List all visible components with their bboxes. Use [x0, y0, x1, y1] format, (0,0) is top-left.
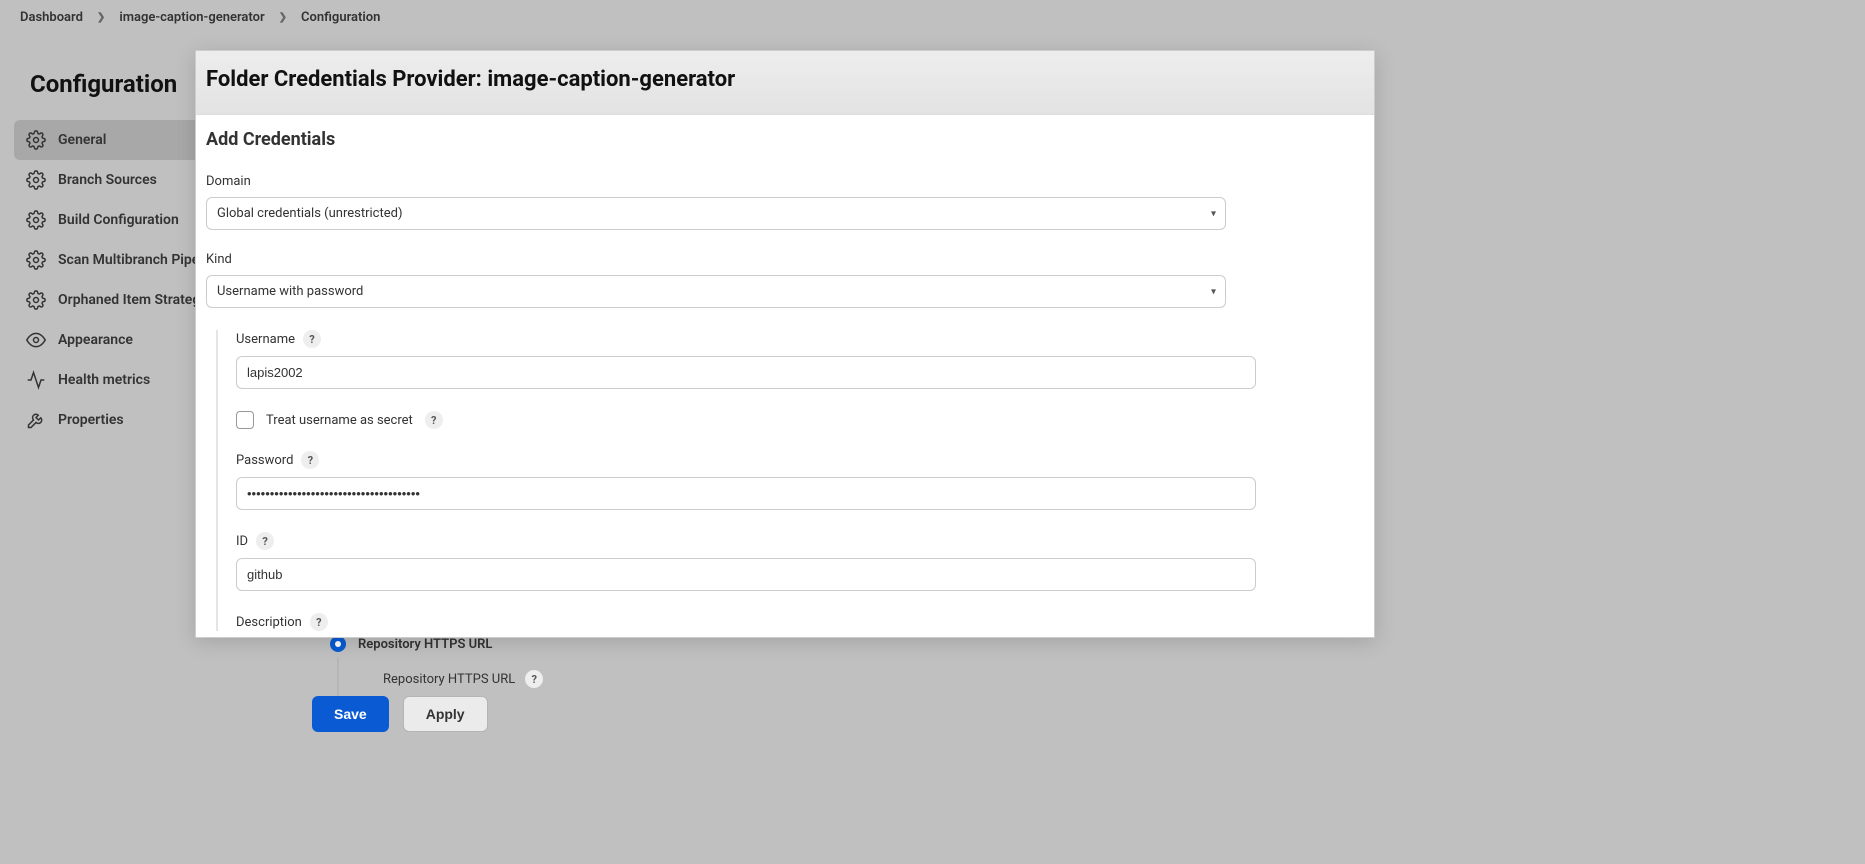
sidebar-item-label: Scan Multibranch Pipeline Triggers [58, 252, 204, 268]
sidebar-item-properties[interactable]: Properties [14, 400, 204, 440]
sidebar-item-label: Properties [58, 412, 124, 428]
modal-title: Folder Credentials Provider: image-capti… [196, 51, 1374, 115]
gear-icon [26, 290, 46, 310]
sidebar-item-scan-multibranch[interactable]: Scan Multibranch Pipeline Triggers [14, 240, 204, 280]
sidebar-item-label: Orphaned Item Strategy [58, 292, 204, 308]
help-icon[interactable]: ? [310, 613, 328, 631]
sidebar-item-label: Branch Sources [58, 172, 157, 188]
breadcrumb: Dashboard ❯ image-caption-generator ❯ Co… [0, 0, 1865, 35]
domain-select[interactable]: Global credentials (unrestricted) [206, 197, 1226, 230]
help-icon[interactable]: ? [256, 532, 274, 550]
gear-icon [26, 170, 46, 190]
password-input[interactable] [236, 477, 1256, 510]
bottom-actions: Save Apply [312, 696, 488, 732]
activity-icon [26, 370, 46, 390]
behind-content: Repository HTTPS URL Repository HTTPS UR… [310, 630, 1340, 700]
breadcrumb-dashboard[interactable]: Dashboard [20, 10, 83, 25]
sidebar-item-label: Appearance [58, 332, 133, 348]
treat-username-secret-label: Treat username as secret [266, 413, 413, 428]
breadcrumb-configuration[interactable]: Configuration [301, 10, 380, 25]
radio-repository-https[interactable] [330, 636, 346, 652]
wrench-icon [26, 410, 46, 430]
credentials-modal: Folder Credentials Provider: image-capti… [195, 50, 1375, 638]
kind-select[interactable]: Username with password [206, 275, 1226, 308]
domain-label: Domain [206, 174, 1364, 189]
save-button[interactable]: Save [312, 696, 389, 732]
sidebar-item-label: Build Configuration [58, 212, 179, 228]
id-label: ID [236, 534, 248, 549]
page-title: Configuration [30, 70, 177, 98]
sidebar-item-build-configuration[interactable]: Build Configuration [14, 200, 204, 240]
sub-label: Repository HTTPS URL [383, 672, 515, 687]
apply-button[interactable]: Apply [403, 696, 488, 732]
treat-username-secret-checkbox[interactable] [236, 411, 254, 429]
help-icon[interactable]: ? [303, 330, 321, 348]
sidebar-item-general[interactable]: General [14, 120, 204, 160]
id-input[interactable] [236, 558, 1256, 591]
config-sidebar: General Branch Sources Build Configurati… [14, 120, 204, 440]
kind-label-text: Kind [206, 252, 232, 267]
eye-icon [26, 330, 46, 350]
chevron-right-icon: ❯ [97, 12, 105, 23]
help-icon[interactable]: ? [301, 451, 319, 469]
sidebar-item-branch-sources[interactable]: Branch Sources [14, 160, 204, 200]
help-icon[interactable]: ? [425, 411, 443, 429]
password-label: Password [236, 453, 293, 468]
chevron-right-icon: ❯ [279, 12, 287, 23]
gear-icon [26, 210, 46, 230]
domain-label-text: Domain [206, 174, 251, 189]
gear-icon [26, 130, 46, 150]
sidebar-item-orphaned[interactable]: Orphaned Item Strategy [14, 280, 204, 320]
username-input[interactable] [236, 356, 1256, 389]
description-label: Description [236, 615, 302, 630]
breadcrumb-project[interactable]: image-caption-generator [119, 10, 264, 25]
sidebar-item-label: General [58, 132, 106, 148]
kind-label: Kind [206, 252, 1364, 267]
username-label: Username [236, 332, 295, 347]
gear-icon [26, 250, 46, 270]
modal-subtitle: Add Credentials [206, 129, 1364, 150]
sidebar-item-health-metrics[interactable]: Health metrics [14, 360, 204, 400]
radio-label: Repository HTTPS URL [358, 637, 492, 652]
sidebar-item-label: Health metrics [58, 372, 150, 388]
sidebar-item-appearance[interactable]: Appearance [14, 320, 204, 360]
help-icon[interactable]: ? [525, 670, 543, 688]
